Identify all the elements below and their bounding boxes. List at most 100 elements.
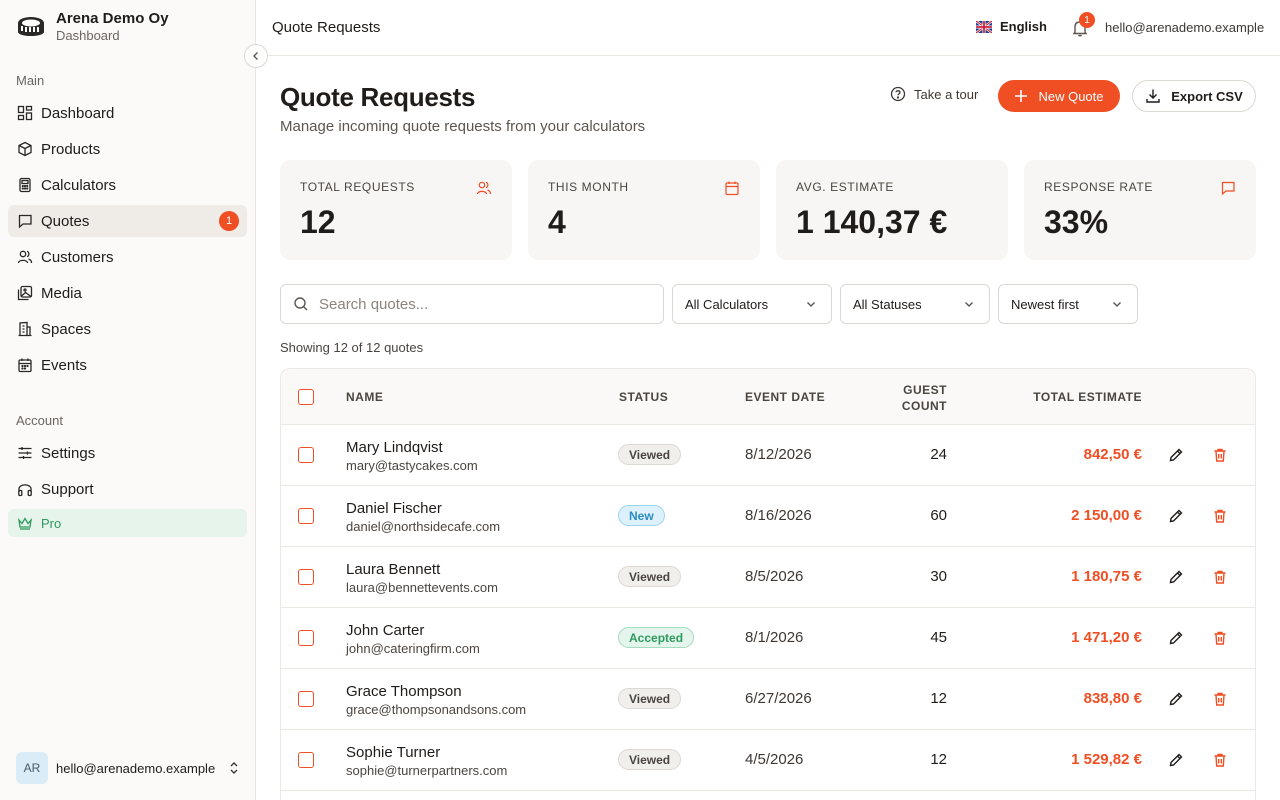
calculator-filter-select[interactable]: All Calculators [672, 284, 832, 324]
column-header-total-estimate[interactable]: TOTAL ESTIMATE [1001, 390, 1142, 404]
column-header-status[interactable]: STATUS [619, 390, 668, 404]
table-row[interactable]: Grace Thompson grace@thompsonandsons.com V… [281, 669, 1255, 730]
row-checkbox[interactable] [298, 630, 314, 646]
sidebar-item-label: Spaces [41, 320, 92, 338]
stat-label: THIS MONTH [548, 180, 629, 194]
sidebar-item-label: Pro [41, 515, 62, 531]
help-circle-icon [890, 86, 906, 102]
status-filter-value: All Statuses [853, 296, 922, 312]
chevron-down-icon [965, 302, 973, 307]
user-email: hello@arenademo.example [56, 760, 216, 776]
avatar: AR [16, 752, 48, 784]
guest-count: 45 [930, 629, 947, 646]
chevron-up-down-icon [230, 762, 238, 774]
guest-header-line2: COUNT [901, 399, 947, 413]
table-row[interactable]: John Carter john@cateringfirm.com Accepted… [281, 608, 1255, 669]
customer-email: daniel@northsidecafe.com [346, 519, 501, 534]
table-row[interactable]: Sophie Turner sophie@turnerpartners.com Vi… [281, 730, 1255, 791]
table-row[interactable]: Mary Lindqvist mary@tastycakes.com Viewed 8… [281, 425, 1255, 486]
language-switcher[interactable]: English [976, 19, 1047, 34]
brand-subtitle: Dashboard [56, 28, 120, 43]
trash-icon[interactable] [1212, 569, 1228, 585]
edit-icon[interactable] [1168, 569, 1184, 585]
users-icon [476, 181, 492, 195]
new-quote-label: New Quote [1038, 88, 1104, 104]
sidebar-item-label: Quotes [41, 212, 90, 230]
stat-card-this-month: THIS MONTH 4 [528, 160, 760, 260]
sidebar-item-label: Calculators [41, 176, 117, 194]
chevron-down-icon [807, 302, 815, 307]
search-box[interactable] [280, 284, 664, 324]
edit-icon[interactable] [1168, 508, 1184, 524]
sort-select[interactable]: Newest first [998, 284, 1138, 324]
table-row[interactable]: Laura Bennett laura@bennettevents.com View… [281, 547, 1255, 608]
search-input[interactable] [319, 295, 639, 313]
brand-name: Arena Demo Oy [56, 10, 169, 27]
take-tour-button[interactable]: Take a tour [890, 86, 978, 102]
guest-count: 24 [930, 446, 947, 463]
row-checkbox[interactable] [298, 569, 314, 585]
grid-icon [17, 105, 33, 121]
sidebar-item-dashboard[interactable]: Dashboard [8, 97, 247, 129]
sort-value: Newest first [1011, 296, 1079, 312]
stat-card-total-requests: TOTAL REQUESTS 12 [280, 160, 512, 260]
edit-icon[interactable] [1168, 752, 1184, 768]
stat-label: AVG. ESTIMATE [796, 180, 895, 194]
column-header-name[interactable]: NAME [346, 390, 383, 404]
stat-value: 33% [1044, 204, 1109, 240]
trash-icon[interactable] [1212, 691, 1228, 707]
calendar-icon [725, 181, 739, 196]
sidebar-item-spaces[interactable]: Spaces [8, 313, 247, 345]
total-estimate: 842,50 € [1083, 446, 1142, 463]
sidebar-item-calculators[interactable]: Calculators [8, 169, 247, 201]
sidebar-item-products[interactable]: Products [8, 133, 247, 165]
trash-icon[interactable] [1212, 630, 1228, 646]
sidebar-item-settings[interactable]: Settings [8, 437, 247, 469]
brand[interactable]: Arena Demo Oy Dashboard [16, 10, 169, 44]
sidebar-item-media[interactable]: Media [8, 277, 247, 309]
trash-icon[interactable] [1212, 447, 1228, 463]
edit-icon[interactable] [1168, 447, 1184, 463]
edit-icon[interactable] [1168, 691, 1184, 707]
stat-card-avg-estimate: AVG. ESTIMATE 1 140,37 € [776, 160, 1008, 260]
row-checkbox[interactable] [298, 691, 314, 707]
trash-icon[interactable] [1212, 508, 1228, 524]
column-header-event-date[interactable]: EVENT DATE [745, 390, 825, 404]
user-menu[interactable]: AR hello@arenademo.example [16, 752, 240, 784]
page-title: Quote Requests [280, 82, 476, 112]
sidebar-item-events[interactable]: Events [8, 349, 247, 381]
sidebar-item-customers[interactable]: Customers [8, 241, 247, 273]
row-checkbox[interactable] [298, 752, 314, 768]
status-badge: Accepted [618, 627, 695, 648]
sidebar-item-label: Dashboard [41, 104, 115, 122]
sidebar-item-quotes[interactable]: Quotes 1 [8, 205, 247, 237]
new-quote-button[interactable]: New Quote [998, 80, 1120, 112]
account-email[interactable]: hello@arenademo.example [1105, 20, 1264, 35]
chevron-left-icon [253, 52, 258, 60]
sidebar-item-pro[interactable]: Pro [8, 509, 247, 537]
collapse-sidebar-button[interactable] [244, 44, 268, 68]
status-filter-select[interactable]: All Statuses [840, 284, 990, 324]
sidebar-item-label: Customers [41, 248, 114, 266]
quotes-count-badge: 1 [219, 211, 239, 231]
sidebar-item-support[interactable]: Support [8, 473, 247, 505]
export-csv-button[interactable]: Export CSV [1132, 80, 1256, 112]
sidebar-item-label: Events [41, 356, 87, 374]
trash-icon[interactable] [1212, 752, 1228, 768]
headphones-icon [18, 484, 32, 497]
search-icon [294, 297, 308, 311]
edit-icon[interactable] [1168, 630, 1184, 646]
page-subtitle: Manage incoming quote requests from your… [280, 118, 646, 135]
total-estimate: 1 471,20 € [1071, 629, 1142, 646]
guest-header-line1: GUEST [903, 383, 947, 397]
row-checkbox[interactable] [298, 447, 314, 463]
sliders-icon [18, 447, 32, 459]
box-icon [18, 141, 32, 157]
header-title: Quote Requests [272, 19, 381, 36]
status-badge: New [618, 505, 665, 526]
row-checkbox[interactable] [298, 508, 314, 524]
column-header-guest-count[interactable]: GUEST COUNT [881, 382, 947, 414]
table-row[interactable]: Daniel Fischer daniel@northsidecafe.com Ne… [281, 486, 1255, 547]
event-date: 8/12/2026 [745, 446, 812, 463]
select-all-checkbox[interactable] [298, 389, 314, 405]
